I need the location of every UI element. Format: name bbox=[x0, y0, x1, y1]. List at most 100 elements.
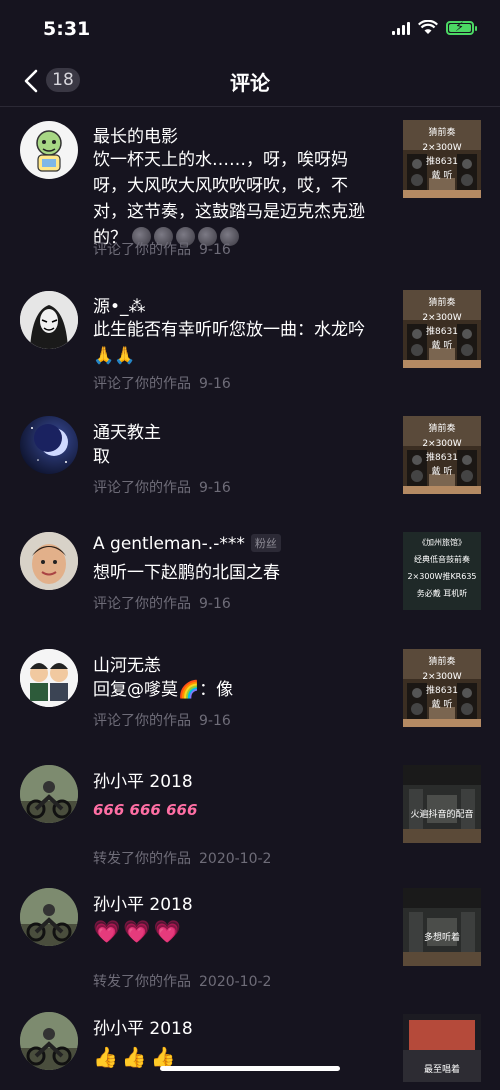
svg-text:猜前奏: 猜前奏 bbox=[428, 655, 455, 667]
username[interactable]: 源•_⁂ bbox=[93, 292, 146, 317]
list-item[interactable]: 孙小平 2018 👍👍👍 最至唱着 bbox=[0, 1000, 500, 1090]
svg-text:2×300W: 2×300W bbox=[422, 439, 461, 449]
svg-text:推8631: 推8631 bbox=[426, 155, 458, 167]
video-thumbnail[interactable]: 猜前奏 2×300W 推8631 戴 听 bbox=[403, 290, 481, 368]
svg-text:猜前奏: 猜前奏 bbox=[428, 422, 455, 434]
svg-text:猜前奏: 猜前奏 bbox=[428, 126, 455, 138]
svg-text:2×300W推KR635: 2×300W推KR635 bbox=[407, 571, 476, 581]
svg-text:2×300W: 2×300W bbox=[422, 313, 461, 323]
avatar[interactable] bbox=[20, 416, 78, 474]
avatar[interactable] bbox=[20, 291, 78, 349]
status-bar: 5:31 ⚡ bbox=[0, 0, 500, 56]
list-item[interactable]: 通天教主 取 评论了你的作品 9-16 猜前奏 2×300W 推8631 戴 听 bbox=[0, 404, 500, 504]
action-label: 评论了你的作品 bbox=[93, 480, 191, 496]
comment-body: 💗💗💗 bbox=[93, 920, 185, 945]
comment-text: 💗💗💗 bbox=[93, 920, 368, 947]
username[interactable]: A gentleman-.-*** 粉丝 bbox=[93, 534, 281, 554]
video-thumbnail[interactable]: 火遍抖音的配音 bbox=[403, 765, 481, 843]
svg-text:推8631: 推8631 bbox=[426, 451, 458, 463]
timestamp: 9-16 bbox=[199, 376, 231, 392]
avatar[interactable] bbox=[20, 649, 78, 707]
comment-text: 此生能否有幸听听您放一曲：水龙吟 🙏🙏 bbox=[93, 317, 368, 369]
comment-text: 取 bbox=[93, 444, 368, 470]
comment-body: 回复@嗲莫🌈：像 bbox=[93, 680, 234, 700]
list-item[interactable]: 孙小平 2018 💗💗💗 转发了你的作品 2020-10-2 多想听着 bbox=[0, 876, 500, 990]
avatar[interactable] bbox=[20, 532, 78, 590]
username[interactable]: 通天教主 bbox=[93, 418, 161, 443]
activity-meta: 转发了你的作品 2020-10-2 bbox=[93, 848, 271, 868]
svg-text:戴 听: 戴 听 bbox=[432, 698, 453, 710]
username[interactable]: 孙小平 2018 bbox=[93, 890, 193, 915]
svg-text:务必戴 耳机听: 务必戴 耳机听 bbox=[417, 588, 468, 598]
video-thumbnail[interactable]: 猜前奏 2×300W 推8631 戴 听 bbox=[403, 120, 481, 198]
notification-list: 最长的电影 饮一杯天上的水……，呀，唉呀妈呀，大风吹大风吹吹呀吹，哎，不对，这节… bbox=[0, 107, 500, 1082]
activity-meta: 评论了你的作品 9-16 bbox=[93, 710, 231, 730]
username[interactable]: 孙小平 2018 bbox=[93, 767, 193, 792]
list-item[interactable]: 最长的电影 饮一杯天上的水……，呀，唉呀妈呀，大风吹大风吹吹呀吹，哎，不对，这节… bbox=[0, 107, 500, 262]
svg-text:戴 听: 戴 听 bbox=[432, 339, 453, 351]
avatar[interactable] bbox=[20, 121, 78, 179]
svg-text:多想听着: 多想听着 bbox=[424, 931, 460, 943]
wifi-icon bbox=[418, 20, 438, 34]
svg-text:戴 听: 戴 听 bbox=[432, 169, 453, 181]
page-title: 评论 bbox=[230, 71, 270, 95]
signal-icon bbox=[392, 21, 410, 35]
svg-text:推8631: 推8631 bbox=[426, 325, 458, 337]
video-thumbnail[interactable]: 多想听着 bbox=[403, 888, 481, 966]
action-label: 转发了你的作品 bbox=[93, 851, 191, 867]
avatar[interactable] bbox=[20, 1012, 78, 1070]
video-thumbnail[interactable]: 猜前奏 2×300W 推8631 戴 听 bbox=[403, 416, 481, 494]
activity-meta: 转发了你的作品 2020-10-2 bbox=[93, 971, 271, 991]
svg-text:火遍抖音的配音: 火遍抖音的配音 bbox=[410, 808, 473, 820]
avatar[interactable] bbox=[20, 765, 78, 823]
timestamp: 2020-10-2 bbox=[199, 974, 272, 990]
activity-meta: 评论了你的作品 9-16 bbox=[93, 593, 231, 613]
username[interactable]: 山河无恙 bbox=[93, 651, 161, 676]
action-label: 评论了你的作品 bbox=[93, 596, 191, 612]
video-thumbnail[interactable]: 猜前奏 2×300W 推8631 戴 听 bbox=[403, 649, 481, 727]
svg-text:2×300W: 2×300W bbox=[422, 143, 461, 153]
action-label: 转发了你的作品 bbox=[93, 974, 191, 990]
list-item[interactable]: 孙小平 2018 666 666 666 转发了你的作品 2020-10-2 火遍… bbox=[0, 753, 500, 867]
action-label: 评论了你的作品 bbox=[93, 713, 191, 729]
list-item[interactable]: A gentleman-.-*** 粉丝 想听一下赵鹏的北国之春 评论了你的作品 9… bbox=[0, 520, 500, 620]
status-icons: ⚡ bbox=[392, 20, 477, 35]
svg-text:最至唱着: 最至唱着 bbox=[424, 1063, 460, 1075]
video-thumbnail[interactable]: 最至唱着 bbox=[403, 1014, 481, 1082]
comment-body: 取 bbox=[93, 447, 110, 467]
emoji-suffix: 🙏🙏 bbox=[93, 346, 136, 366]
avatar[interactable] bbox=[20, 888, 78, 946]
svg-text:推8631: 推8631 bbox=[426, 684, 458, 696]
battery-icon: ⚡ bbox=[446, 20, 477, 35]
action-label: 评论了你的作品 bbox=[93, 376, 191, 392]
comment-body: 此生能否有幸听听您放一曲：水龙吟 bbox=[93, 320, 365, 340]
activity-meta: 评论了你的作品 9-16 bbox=[93, 373, 231, 393]
username[interactable]: 孙小平 2018 bbox=[93, 1014, 193, 1039]
timestamp: 9-16 bbox=[199, 713, 231, 729]
list-item[interactable]: 山河无恙 回复@嗲莫🌈：像 评论了你的作品 9-16 猜前奏 2×300W 推86… bbox=[0, 637, 500, 737]
fan-tag: 粉丝 bbox=[250, 534, 281, 552]
comment-body: 666 666 666 bbox=[93, 801, 198, 819]
username-text[interactable]: A gentleman-.-*** bbox=[93, 534, 245, 554]
timestamp: 9-16 bbox=[199, 596, 231, 612]
comment-text: 666 666 666 bbox=[93, 797, 368, 823]
svg-text:《加州旅馆》: 《加州旅馆》 bbox=[418, 537, 466, 547]
timestamp: 9-16 bbox=[199, 242, 231, 258]
svg-text:2×300W: 2×300W bbox=[422, 672, 461, 682]
timestamp: 9-16 bbox=[199, 480, 231, 496]
comment-text: 回复@嗲莫🌈：像 bbox=[93, 677, 368, 703]
status-time: 5:31 bbox=[43, 18, 91, 40]
home-indicator[interactable] bbox=[160, 1066, 340, 1071]
timestamp: 2020-10-2 bbox=[199, 851, 272, 867]
comment-text: 想听一下赵鹏的北国之春 bbox=[93, 560, 368, 586]
svg-text:经典低音鼓前奏: 经典低音鼓前奏 bbox=[414, 554, 470, 564]
comment-body: 想听一下赵鹏的北国之春 bbox=[93, 563, 280, 583]
svg-text:猜前奏: 猜前奏 bbox=[428, 296, 455, 308]
action-label: 评论了你的作品 bbox=[93, 242, 191, 258]
list-item[interactable]: 源•_⁂ 此生能否有幸听听您放一曲：水龙吟 🙏🙏 评论了你的作品 9-16 猜前奏 … bbox=[0, 277, 500, 397]
activity-meta: 评论了你的作品 9-16 bbox=[93, 239, 231, 259]
nav-bar: 18 评论 bbox=[0, 56, 500, 107]
activity-meta: 评论了你的作品 9-16 bbox=[93, 477, 231, 497]
username[interactable]: 最长的电影 bbox=[93, 122, 178, 147]
video-thumbnail[interactable]: 《加州旅馆》 经典低音鼓前奏 2×300W推KR635 务必戴 耳机听 bbox=[403, 532, 481, 610]
